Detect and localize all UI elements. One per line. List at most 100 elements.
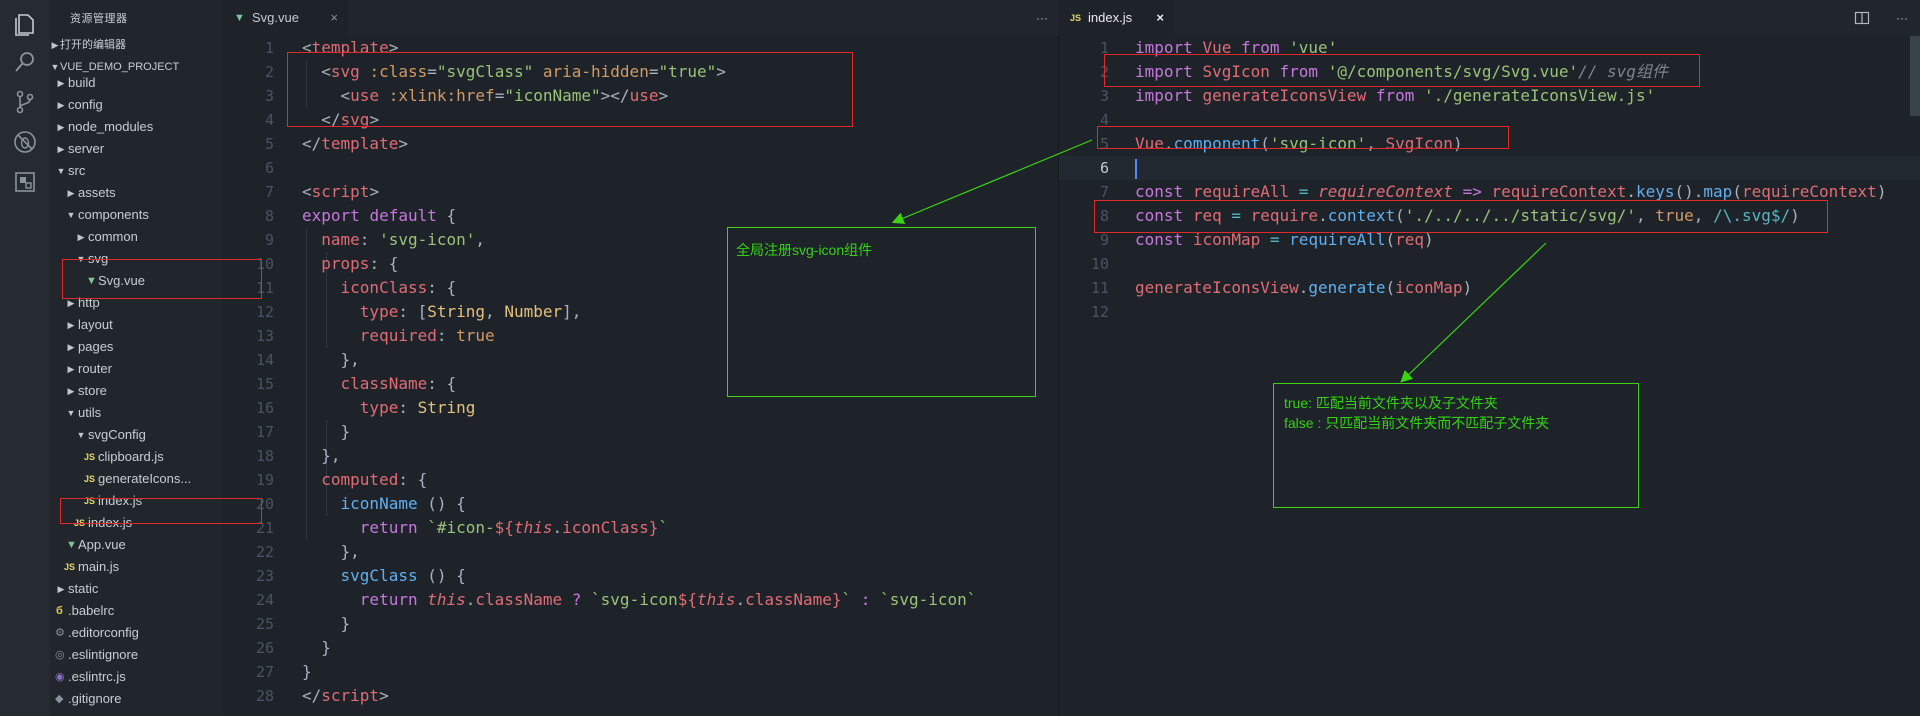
tree-item-build[interactable]: ▶ build [50, 72, 222, 94]
more-actions-icon[interactable]: ··· [1896, 0, 1908, 36]
highlight-svg-template [287, 52, 853, 127]
highlight-vue-component [1097, 126, 1509, 149]
extensions-icon[interactable] [11, 168, 39, 196]
vue-file-icon: ▼ [234, 12, 245, 24]
chevron-right-icon: ▶ [67, 342, 75, 352]
eslint-icon: ◉ [55, 671, 65, 683]
highlight-svg-folder [62, 259, 262, 299]
activity-bar [0, 0, 50, 716]
tree-item-components[interactable]: ▼ components [50, 204, 222, 226]
code-line: 21 return `#icon-${this.iconClass}` [255, 518, 669, 537]
tree-item-clipboard-js[interactable]: JS clipboard.js [50, 446, 222, 468]
tree-item-node-modules[interactable]: ▶ node_modules [50, 116, 222, 138]
tree-item-src[interactable]: ▼ src [50, 160, 222, 182]
git-icon: ◆ [55, 693, 64, 705]
code-line: 7 <script> [264, 182, 380, 201]
tree-item-svgconfig[interactable]: ▼ svgConfig [50, 424, 222, 446]
chevron-right-icon: ▶ [67, 386, 75, 396]
search-icon[interactable] [11, 48, 39, 76]
text-cursor [1135, 158, 1137, 179]
tree-item-pages[interactable]: ▶ pages [50, 336, 222, 358]
chevron-right-icon: ▶ [67, 188, 75, 198]
chevron-down-icon: ▼ [66, 210, 76, 220]
js-file-icon: JS [1070, 13, 1082, 23]
annotation-box-recursive: true: 匹配当前文件夹以及子文件夹 false : 只匹配当前文件夹而不匹配… [1273, 383, 1639, 508]
chevron-right-icon: ▶ [51, 40, 59, 50]
tree-item-gitignore[interactable]: ◆ .gitignore [50, 688, 222, 710]
code-line: 3 import generateIconsView from './genera… [1099, 86, 1656, 105]
code-line: 24 return this.className ? `svg-icon${th… [255, 590, 977, 609]
code-line: 25 } [255, 614, 351, 633]
tree-item-eslintignore[interactable]: ◎ .eslintignore [50, 644, 222, 666]
tree-item-layout[interactable]: ▶ layout [50, 314, 222, 336]
tree-item-app-vue[interactable]: ▼ App.vue [50, 534, 222, 556]
babel-icon: б [56, 605, 63, 617]
gear-icon: ⚙ [55, 627, 65, 639]
chevron-right-icon: ▶ [67, 320, 75, 330]
code-line: 10 [1090, 255, 1109, 273]
debug-icon[interactable] [11, 128, 39, 156]
highlight-require-context [1094, 200, 1828, 233]
tree-item-server[interactable]: ▶ server [50, 138, 222, 160]
code-line: 18 }, [255, 446, 341, 465]
tab-svg-vue[interactable]: ▼ Svg.vue × [222, 0, 348, 36]
tree-item-babelrc[interactable]: б .babelrc [50, 600, 222, 622]
code-line: 8 export default { [264, 206, 457, 225]
code-line: 5 </template> [264, 134, 408, 153]
chevron-right-icon: ▶ [77, 232, 85, 242]
code-line-current: 6 [1059, 156, 1920, 180]
tree-item-static[interactable]: ▶ static [50, 578, 222, 600]
tree-item-assets[interactable]: ▶ assets [50, 182, 222, 204]
tree-item-generateicons[interactable]: JS generateIcons... [50, 468, 222, 490]
explorer-title: 资源管理器 [70, 13, 128, 25]
code-line: 26 } [255, 638, 331, 657]
js-file-icon: JS [84, 452, 96, 462]
chevron-down-icon: ▼ [76, 430, 86, 440]
highlight-index-js [60, 498, 262, 524]
code-line: 22 }, [255, 542, 360, 561]
annotation-true-text: true: 匹配当前文件夹以及子文件夹 [1284, 395, 1498, 411]
tabbar-left: ▼ Svg.vue × ··· [222, 0, 1058, 36]
tree-item-utils[interactable]: ▼ utils [50, 402, 222, 424]
close-icon[interactable]: × [330, 0, 338, 36]
code-line: 19 computed: { [255, 470, 428, 489]
code-line: 23 svgClass () { [255, 566, 466, 585]
code-line: 28 </script> [255, 686, 389, 705]
chevron-down-icon: ▼ [56, 166, 66, 176]
source-control-icon[interactable] [11, 88, 39, 116]
annotation-box-register: 全局注册svg-icon组件 [727, 227, 1036, 397]
annotation-register-text: 全局注册svg-icon组件 [736, 242, 873, 258]
chevron-right-icon: ▶ [57, 584, 65, 594]
tab-index-js[interactable]: JS index.js × [1058, 0, 1174, 36]
code-line: 6 [264, 159, 274, 177]
js-file-icon: JS [84, 474, 96, 484]
code-line: 20 iconName () { [255, 494, 466, 513]
explorer-icon[interactable] [11, 10, 39, 38]
chevron-right-icon: ▶ [57, 144, 65, 154]
close-icon[interactable]: × [1156, 0, 1164, 36]
code-line: 27} [255, 662, 312, 681]
code-line: 12 [1090, 303, 1109, 321]
chevron-right-icon: ▶ [57, 122, 65, 132]
tabbar-right: JS index.js × ··· [1058, 0, 1920, 36]
tree-item-store[interactable]: ▶ store [50, 380, 222, 402]
explorer-panel: 资源管理器 ▶ 打开的编辑器 ▼ VUE_DEMO_PROJECT ▶ build… [50, 0, 222, 716]
code-line: 11 generateIconsView.generate(iconMap) [1090, 278, 1473, 297]
code-line: 16 type: String [255, 398, 476, 417]
tree-item-config[interactable]: ▶ config [50, 94, 222, 116]
tree-item-common[interactable]: ▶ common [50, 226, 222, 248]
open-editors-section[interactable]: ▶ 打开的编辑器 [50, 34, 222, 56]
chevron-right-icon: ▶ [67, 364, 75, 374]
scrollbar-thumb[interactable] [1910, 36, 1920, 116]
chevron-down-icon: ▼ [66, 408, 76, 418]
tree-item-router[interactable]: ▶ router [50, 358, 222, 380]
tree-item-eslintrc-js[interactable]: ◉ .eslintrc.js [50, 666, 222, 688]
split-editor-icon[interactable] [1854, 0, 1870, 36]
more-actions-icon[interactable]: ··· [1036, 0, 1048, 36]
tree-item-main-js[interactable]: JS main.js [50, 556, 222, 578]
tree-item-editorconfig[interactable]: ⚙ .editorconfig [50, 622, 222, 644]
code-line: 17 } [255, 422, 351, 441]
highlight-import-svgicon [1104, 54, 1700, 87]
chevron-right-icon: ▶ [57, 100, 65, 110]
circle-icon: ◎ [55, 649, 65, 661]
